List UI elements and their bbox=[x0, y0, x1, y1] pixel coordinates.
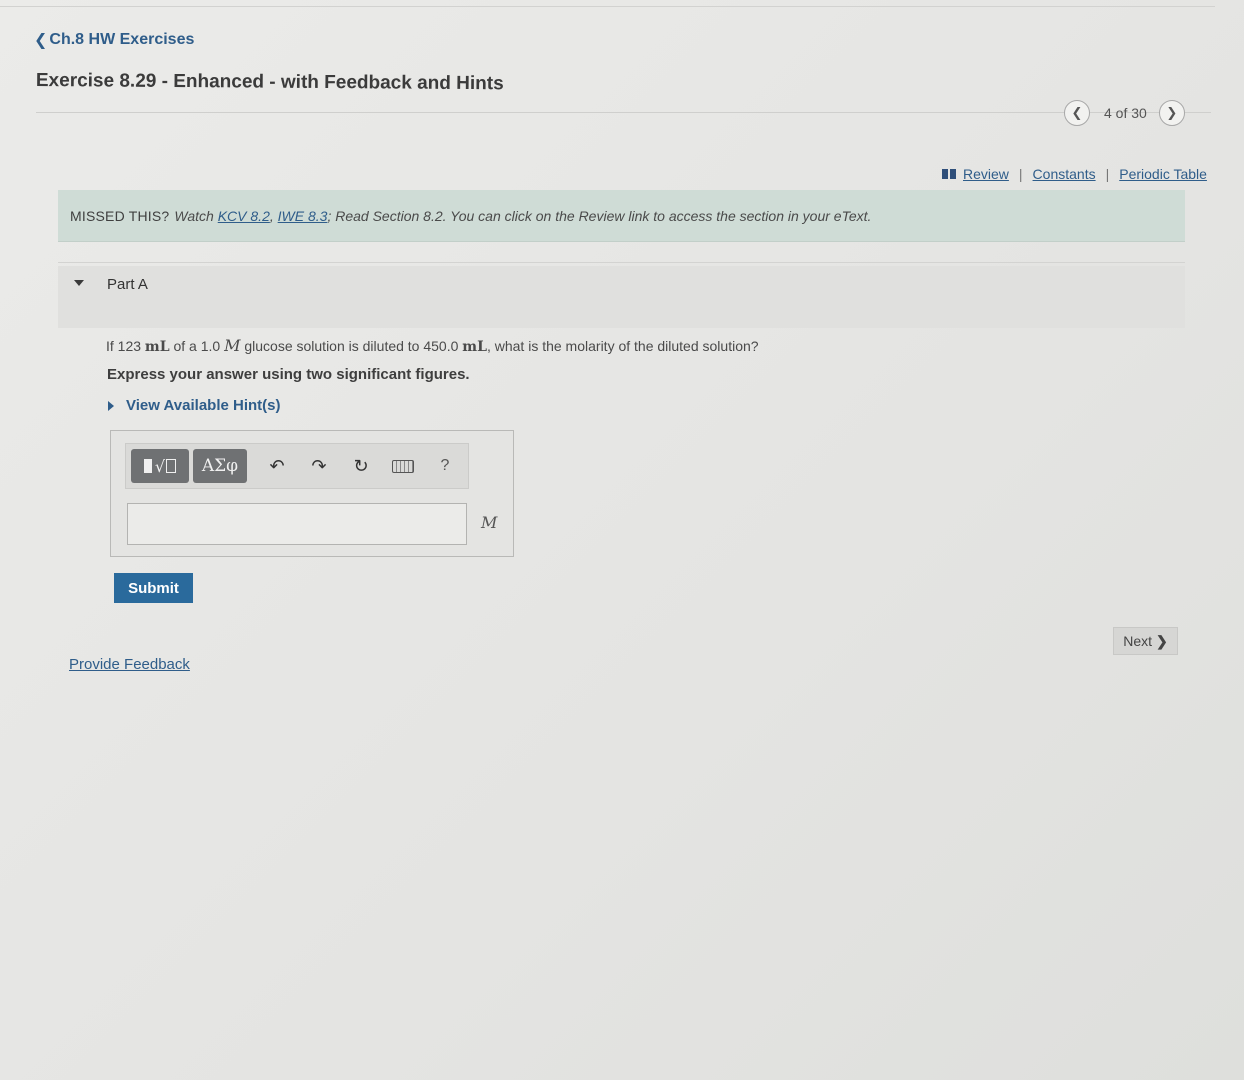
top-divider bbox=[0, 6, 1215, 7]
unit-ml: mL bbox=[144, 339, 170, 355]
kcv-link[interactable]: KCV 8.2 bbox=[218, 208, 270, 224]
answer-box: √ ΑΣφ ↶ ↷ ↻ ? M bbox=[110, 430, 514, 557]
question-fragment: of a 1.0 bbox=[173, 338, 221, 354]
reset-icon[interactable]: ↻ bbox=[345, 449, 377, 483]
next-button[interactable]: Next ❯ bbox=[1113, 627, 1178, 655]
chevron-right-icon: ❯ bbox=[1156, 632, 1168, 649]
question-fragment: If 123 bbox=[106, 338, 142, 354]
help-button[interactable]: ? bbox=[429, 449, 461, 483]
submit-button[interactable]: Submit bbox=[114, 573, 193, 603]
title-divider bbox=[36, 112, 1211, 113]
question-fragment: , what is the molarity of the diluted so… bbox=[486, 338, 759, 354]
unit-ml: mL bbox=[462, 339, 487, 355]
missed-comma: , bbox=[269, 207, 274, 224]
redo-icon[interactable]: ↷ bbox=[303, 449, 335, 483]
page: ❮ Ch.8 HW Exercises Exercise 8.29 - Enha… bbox=[0, 0, 1244, 1080]
next-item-button[interactable]: ❯ bbox=[1158, 100, 1185, 126]
resources-bar: Review | Constants | Periodic Table bbox=[942, 166, 1207, 182]
chevron-left-icon: ❮ bbox=[1071, 105, 1083, 120]
book-icon bbox=[942, 169, 956, 179]
missed-watch: Watch bbox=[174, 207, 214, 224]
answer-unit: M bbox=[481, 513, 498, 532]
chevron-left-icon: ❮ bbox=[34, 32, 48, 49]
item-count: 4 of 30 bbox=[1104, 105, 1147, 121]
constants-link[interactable]: Constants bbox=[1033, 166, 1096, 182]
provide-feedback-link[interactable]: Provide Feedback bbox=[69, 656, 190, 673]
pager: ❮ 4 of 30 ❯ bbox=[1064, 100, 1185, 126]
separator: | bbox=[1018, 166, 1023, 182]
keyboard-icon[interactable] bbox=[387, 449, 419, 483]
molarity-symbol: M bbox=[224, 336, 241, 355]
missed-label: MISSED THIS? bbox=[70, 207, 170, 224]
view-hints-label: View Available Hint(s) bbox=[126, 397, 281, 414]
review-link[interactable]: Review bbox=[963, 166, 1009, 182]
next-label: Next bbox=[1123, 633, 1153, 649]
separator: | bbox=[1105, 166, 1110, 182]
answer-input[interactable] bbox=[127, 503, 467, 545]
greek-symbols-button[interactable]: ΑΣφ bbox=[193, 449, 247, 483]
part-divider bbox=[58, 262, 1185, 263]
undo-icon[interactable]: ↶ bbox=[261, 449, 293, 483]
iwe-link[interactable]: IWE 8.3 bbox=[278, 208, 328, 224]
templates-button[interactable]: √ bbox=[131, 449, 189, 483]
answer-instruction: Express your answer using two significan… bbox=[107, 366, 470, 383]
chevron-right-icon: ❯ bbox=[1166, 105, 1178, 120]
missed-rest: ; Read Section 8.2. You can click on the… bbox=[327, 207, 872, 224]
prev-item-button[interactable]: ❮ bbox=[1064, 100, 1090, 126]
missed-this-banner: MISSED THIS? Watch KCV 8.2, IWE 8.3; Rea… bbox=[58, 190, 1185, 242]
expand-triangle-icon bbox=[108, 400, 114, 411]
view-hints-toggle[interactable]: View Available Hint(s) bbox=[108, 397, 281, 414]
periodic-table-link[interactable]: Periodic Table bbox=[1119, 166, 1207, 182]
part-label: Part A bbox=[107, 276, 148, 293]
page-title: Exercise 8.29 - Enhanced - with Feedback… bbox=[35, 70, 504, 95]
back-link[interactable]: ❮ Ch.8 HW Exercises bbox=[34, 30, 194, 50]
collapse-triangle-icon[interactable] bbox=[74, 280, 84, 286]
question-text: If 123 mL of a 1.0 M glucose solution is… bbox=[106, 336, 759, 355]
question-fragment: glucose solution is diluted to 450.0 bbox=[244, 338, 459, 354]
back-link-label: Ch.8 HW Exercises bbox=[49, 31, 195, 48]
templates-radical-icon: √ bbox=[143, 457, 177, 476]
part-a-header[interactable]: Part A bbox=[58, 266, 1185, 328]
math-toolbar: √ ΑΣφ ↶ ↷ ↻ ? bbox=[125, 443, 469, 489]
